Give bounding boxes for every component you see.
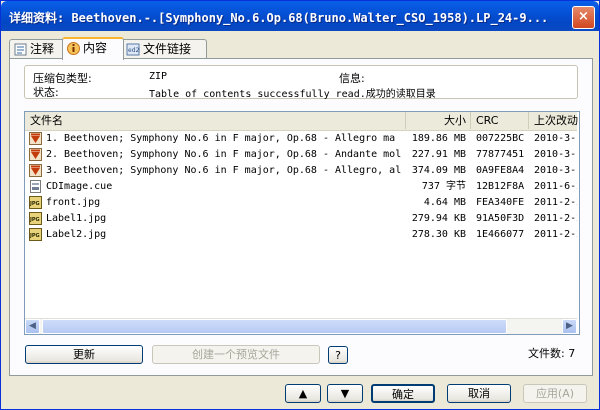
file-size-cell: 279.94 KB bbox=[411, 213, 466, 224]
file-name-cell: front.jpg bbox=[46, 197, 101, 208]
file-size-cell: 4.64 MB bbox=[423, 197, 466, 208]
file-name-cell: Label2.jpg bbox=[46, 229, 107, 240]
scroll-right-button[interactable]: ▶ bbox=[562, 319, 577, 334]
ok-button[interactable]: 确定 bbox=[371, 384, 435, 403]
details-window: 详细资料: Beethoven.-.[Symphony_No.6.Op.68(B… bbox=[0, 0, 600, 410]
file-date-cell: 2011-2-2 bbox=[534, 197, 577, 208]
file-crc-cell: 91A50F3D bbox=[476, 213, 525, 224]
tab-notes[interactable]: 注释 bbox=[9, 39, 65, 58]
file-crc-cell: 1E466077 bbox=[476, 229, 525, 240]
table-row[interactable]: JPG front.jpg 4.64 MB FEA340FE 2011-2-2 bbox=[25, 195, 577, 211]
horizontal-scrollbar[interactable]: ◀ ▶ bbox=[25, 318, 577, 334]
table-row[interactable]: JPG Label1.jpg 279.94 KB 91A50F3D 2011-2-2 bbox=[25, 211, 577, 227]
file-crc-cell: FEA340FE bbox=[476, 197, 525, 208]
info-icon bbox=[67, 42, 80, 55]
file-name-cell: 2. Beethoven; Symphony No.6 in F major, … bbox=[46, 149, 401, 160]
tab-notes-label: 注释 bbox=[30, 42, 55, 56]
help-button[interactable]: ? bbox=[328, 346, 348, 364]
svg-text:JPG: JPG bbox=[29, 201, 40, 207]
tab-file-links[interactable]: ed2k 文件链接 bbox=[121, 39, 207, 58]
file-crc-cell: 12B12F8A bbox=[476, 181, 525, 192]
file-name-cell: Label1.jpg bbox=[46, 213, 107, 224]
column-date-modified[interactable]: 上次改动 bbox=[529, 112, 582, 129]
file-date-cell: 2011-6-2 bbox=[534, 181, 577, 192]
notes-icon bbox=[14, 43, 27, 56]
file-count: 文件数: 7 bbox=[528, 347, 576, 360]
table-row[interactable]: JPG Label2.jpg 278.30 KB 1E466077 2011-2-2 bbox=[25, 227, 577, 243]
svg-text:JPG: JPG bbox=[29, 233, 40, 239]
file-size-cell: 737 字节 bbox=[421, 181, 466, 192]
file-size-cell: 227.91 MB bbox=[411, 149, 466, 160]
tab-contents[interactable]: 内容 bbox=[62, 37, 124, 60]
table-row[interactable]: 2. Beethoven; Symphony No.6 in F major, … bbox=[25, 147, 577, 163]
file-date-cell: 2011-2-2 bbox=[534, 213, 577, 224]
file-list-header: 文件名 大小 CRC 上次改动 bbox=[25, 112, 578, 131]
archive-info-box: 压缩包类型: ZIP 信息: 状态: Table of contents suc… bbox=[24, 65, 578, 100]
file-name-cell: CDImage.cue bbox=[46, 181, 113, 192]
file-name-cell: 3. Beethoven; Symphony No.6 in F major, … bbox=[46, 165, 401, 176]
file-crc-cell: 77877451 bbox=[476, 149, 525, 160]
jpg-file-icon: JPG bbox=[29, 212, 42, 225]
column-size[interactable]: 大小 bbox=[406, 112, 471, 129]
audio-file-icon bbox=[29, 148, 42, 161]
status-value: Table of contents successfully read.成功的读… bbox=[149, 89, 436, 100]
tab-contents-label: 内容 bbox=[83, 41, 108, 55]
title-bar[interactable]: 详细资料: Beethoven.-.[Symphony_No.6.Op.68(B… bbox=[1, 1, 599, 31]
audio-file-icon bbox=[29, 164, 42, 177]
file-list[interactable]: 文件名 大小 CRC 上次改动 1. Beethoven; Symphony N… bbox=[24, 111, 580, 335]
table-row[interactable]: CDImage.cue 737 字节 12B12F8A 2011-6-2 bbox=[25, 179, 577, 195]
column-filename[interactable]: 文件名 bbox=[25, 112, 406, 129]
file-date-cell: 2010-3-1 bbox=[534, 133, 577, 144]
svg-text:ed2k: ed2k bbox=[128, 47, 140, 54]
file-date-cell: 2010-3-1 bbox=[534, 165, 577, 176]
file-crc-cell: 007225BC bbox=[476, 133, 525, 144]
close-button[interactable]: × bbox=[572, 6, 595, 29]
scroll-thumb[interactable] bbox=[42, 319, 507, 334]
file-size-cell: 189.86 MB bbox=[411, 133, 466, 144]
jpg-file-icon: JPG bbox=[29, 228, 42, 241]
refresh-button[interactable]: 更新 bbox=[25, 345, 143, 364]
cue-file-icon bbox=[30, 180, 41, 193]
apply-button[interactable]: 应用(A) bbox=[523, 384, 587, 403]
cancel-button[interactable]: 取消 bbox=[447, 384, 511, 403]
move-down-button[interactable]: ▼ bbox=[327, 384, 363, 403]
info-label: 信息: bbox=[339, 72, 365, 85]
column-crc[interactable]: CRC bbox=[471, 112, 529, 129]
scroll-left-button[interactable]: ◀ bbox=[25, 319, 40, 334]
file-link-icon: ed2k bbox=[126, 43, 140, 56]
file-name-cell: 1. Beethoven; Symphony No.6 in F major, … bbox=[46, 133, 401, 144]
svg-text:JPG: JPG bbox=[29, 217, 40, 223]
audio-file-icon bbox=[29, 132, 42, 145]
file-date-cell: 2010-3-1 bbox=[534, 149, 577, 160]
table-row[interactable]: 1. Beethoven; Symphony No.6 in F major, … bbox=[25, 131, 577, 147]
window-title: 详细资料: Beethoven.-.[Symphony_No.6.Op.68(B… bbox=[9, 11, 549, 25]
file-size-cell: 278.30 KB bbox=[411, 229, 466, 240]
file-date-cell: 2011-2-2 bbox=[534, 229, 577, 240]
file-size-cell: 374.09 MB bbox=[411, 165, 466, 176]
jpg-file-icon: JPG bbox=[29, 196, 42, 209]
archive-type-value: ZIP bbox=[149, 71, 168, 82]
table-row[interactable]: 3. Beethoven; Symphony No.6 in F major, … bbox=[25, 163, 577, 179]
status-label: 状态: bbox=[33, 86, 59, 99]
move-up-button[interactable]: ▲ bbox=[285, 384, 321, 403]
file-crc-cell: 0A9FE8A4 bbox=[476, 165, 525, 176]
contents-panel: 压缩包类型: ZIP 信息: 状态: Table of contents suc… bbox=[9, 58, 593, 376]
tab-file-links-label: 文件链接 bbox=[143, 42, 192, 56]
create-preview-button[interactable]: 创建一个预览文件 bbox=[152, 345, 320, 364]
